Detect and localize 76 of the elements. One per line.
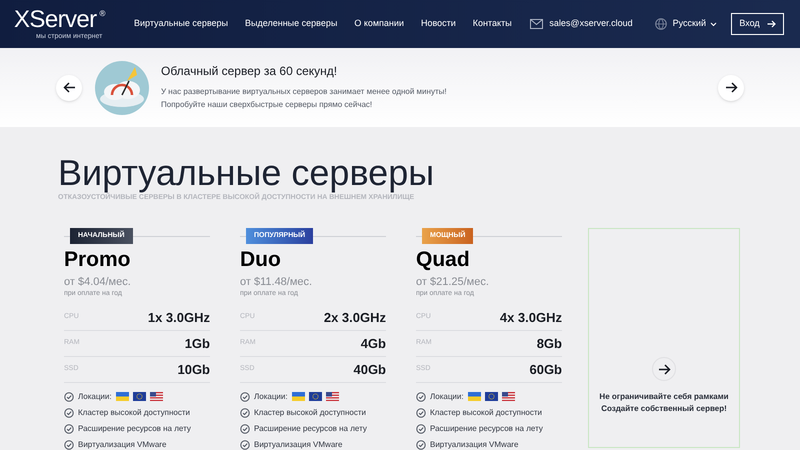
previous-button[interactable]	[56, 74, 82, 100]
banner-text: Попробуйте наши сверхбыстрые серверы прямо сейчас!	[161, 99, 374, 111]
spec-value: 4x 3.0GHz	[500, 308, 562, 327]
plan-price: от $4.04/мес.	[64, 276, 132, 289]
check-circle-icon	[64, 392, 74, 402]
next-button[interactable]	[718, 74, 744, 100]
nav-link[interactable]: Выделенные серверы	[245, 17, 338, 31]
nav-link[interactable]: Виртуальные серверы	[134, 17, 228, 31]
spec-value: 1x 3.0GHz	[148, 308, 210, 327]
feature-text: Расширение ресурсов на лету	[430, 422, 543, 434]
arrow-right-icon	[766, 20, 776, 28]
nav-link[interactable]: О компании	[354, 17, 404, 31]
spec-value: 60Gb	[529, 360, 562, 379]
plan-price: от $21.25/мес.	[416, 276, 490, 289]
ukraine-flag-icon	[292, 392, 305, 401]
feature-text: Расширение ресурсов на лету	[78, 422, 191, 434]
feature-text: Виртуализация VMware	[254, 438, 342, 450]
spec-value: 40Gb	[353, 360, 386, 379]
spec-value: 2x 3.0GHz	[324, 308, 386, 327]
ukraine-flag-icon	[116, 392, 129, 401]
check-circle-icon	[64, 424, 74, 434]
check-circle-icon	[416, 440, 426, 450]
check-circle-icon	[240, 392, 250, 402]
email-link[interactable]: sales@xserver.cloud	[549, 17, 633, 31]
spec-value: 10Gb	[177, 360, 210, 379]
arrow-left-icon	[62, 82, 76, 93]
plan-price: от $11.48/мес.	[240, 276, 314, 289]
eu-flag-icon	[484, 392, 498, 401]
feature-text: Расширение ресурсов на лету	[254, 422, 367, 434]
section-title: Виртуальные серверы	[58, 153, 436, 193]
check-circle-icon	[416, 392, 426, 402]
ukraine-flag-icon	[468, 392, 481, 401]
eu-flag-icon	[132, 392, 146, 401]
feature-text: Локации:	[254, 390, 288, 402]
feature-text: Кластер высокой доступности	[430, 406, 542, 418]
eu-flag-icon	[308, 392, 322, 401]
arrow-right-icon	[658, 364, 670, 374]
feature-text: Виртуализация VMware	[78, 438, 166, 450]
us-flag-icon	[326, 392, 339, 401]
banner-text: У нас развертывание виртуальных серверов занимает менее одной минуты!	[161, 86, 447, 98]
custom-server-card[interactable]: Не ограничивайте себя рамками Создайте собственный сервер!	[588, 228, 740, 448]
registered-mark: ®	[100, 8, 106, 20]
chevron-down-icon	[710, 22, 717, 26]
feature-text: Виртуализация VMware	[430, 438, 518, 450]
logo[interactable]: XServer	[14, 8, 96, 32]
check-circle-icon	[240, 424, 250, 434]
feature-text: Локации:	[430, 390, 464, 402]
login-button[interactable]: Вход	[731, 13, 784, 35]
spec-value: 4Gb	[360, 334, 386, 353]
cloud-speedometer-illustration	[95, 60, 149, 114]
plan-name: Promo	[64, 247, 132, 273]
spec-value: 1Gb	[184, 334, 210, 353]
custom-card-text: Не ограничивайте себя рамками	[599, 391, 729, 403]
plan-name: Duo	[240, 247, 282, 273]
next-arrow-button[interactable]	[652, 357, 676, 381]
us-flag-icon	[502, 392, 515, 401]
check-circle-icon	[416, 408, 426, 418]
check-circle-icon	[416, 424, 426, 434]
language-selector[interactable]: Русский	[672, 17, 717, 31]
banner-title: Облачный сервер за 60 секунд!	[161, 64, 338, 79]
globe-icon	[654, 18, 667, 30]
nav-link[interactable]: Контакты	[472, 17, 512, 31]
custom-card-text: Создайте собственный сервер!	[601, 403, 727, 415]
feature-text: Кластер высокой доступности	[254, 406, 366, 418]
check-circle-icon	[240, 408, 250, 418]
nav-link[interactable]: Новости	[420, 17, 456, 31]
check-circle-icon	[64, 408, 74, 418]
feature-text: Кластер высокой доступности	[78, 406, 190, 418]
feature-text: Локации:	[78, 390, 112, 402]
arrow-right-icon	[724, 82, 738, 93]
spec-value: 8Gb	[536, 334, 562, 353]
us-flag-icon	[150, 392, 163, 401]
plan-name: Quad	[416, 247, 471, 273]
check-circle-icon	[64, 440, 74, 450]
check-circle-icon	[240, 440, 250, 450]
mail-icon	[530, 19, 544, 29]
